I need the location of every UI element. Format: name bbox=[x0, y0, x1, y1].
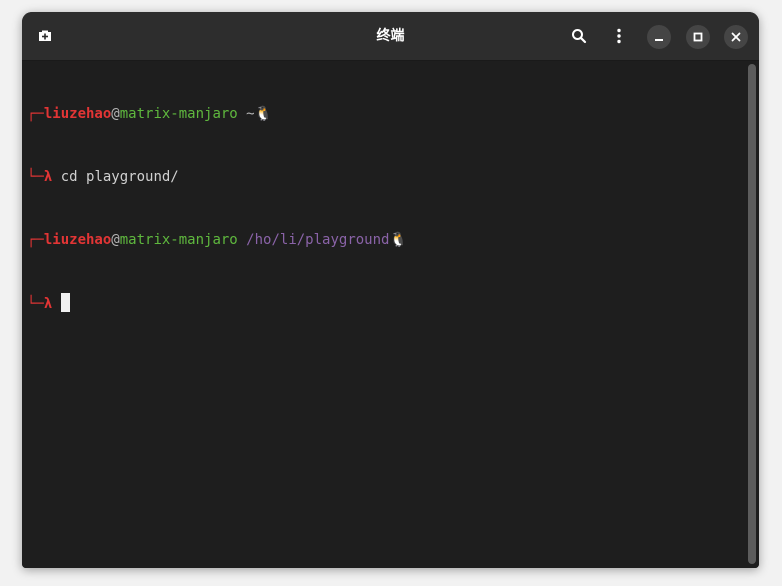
kebab-menu-icon bbox=[617, 28, 621, 44]
terminal-output: ┌─liuzehao@matrix-manjaro ~🐧 └─λ cd play… bbox=[27, 62, 407, 356]
command-text: cd playground/ bbox=[52, 169, 179, 185]
prompt-header-line: ┌─liuzehao@matrix-manjaro /ho/li/playgro… bbox=[27, 230, 407, 251]
minimize-button[interactable] bbox=[647, 25, 671, 49]
terminal-window: 终端 ┌─liuzehao@matrix-manjaro ~🐧 └─λ cd p… bbox=[22, 12, 759, 568]
maximize-button[interactable] bbox=[686, 25, 710, 49]
prompt-path: ~ bbox=[237, 106, 255, 122]
scrollbar[interactable] bbox=[748, 64, 756, 564]
new-tab-button[interactable] bbox=[31, 22, 59, 50]
text-cursor bbox=[60, 293, 70, 312]
input-line[interactable]: └─λ bbox=[27, 293, 407, 314]
close-icon bbox=[731, 32, 741, 42]
search-icon bbox=[572, 29, 587, 44]
prompt-host: matrix-manjaro bbox=[119, 232, 238, 248]
prompt-corner: └─ bbox=[27, 296, 44, 312]
prompt-at: @ bbox=[111, 106, 120, 122]
prompt-at: @ bbox=[111, 232, 120, 248]
prompt-host: matrix-manjaro bbox=[119, 106, 238, 122]
headerbar: 终端 bbox=[22, 12, 759, 61]
prompt-user: liuzehao bbox=[43, 106, 112, 122]
prompt-user: liuzehao bbox=[43, 232, 112, 248]
penguin-icon: 🐧 bbox=[254, 106, 273, 122]
prompt-corner: ┌─ bbox=[27, 106, 44, 122]
menu-button[interactable] bbox=[605, 22, 633, 50]
minimize-icon bbox=[655, 39, 663, 41]
penguin-icon: 🐧 bbox=[389, 232, 407, 248]
prompt-corner: └─ bbox=[27, 169, 44, 185]
maximize-icon bbox=[693, 32, 703, 42]
new-tab-icon bbox=[39, 30, 51, 41]
search-button[interactable] bbox=[565, 22, 593, 50]
prompt-header-line: ┌─liuzehao@matrix-manjaro ~🐧 bbox=[27, 104, 407, 125]
command-line: └─λ cd playground/ bbox=[27, 167, 407, 188]
close-button[interactable] bbox=[724, 25, 748, 49]
prompt-path: /ho/li/playground bbox=[237, 232, 390, 248]
prompt-corner: ┌─ bbox=[27, 232, 44, 248]
terminal-view[interactable]: ┌─liuzehao@matrix-manjaro ~🐧 └─λ cd play… bbox=[22, 61, 759, 568]
command-text bbox=[52, 296, 60, 312]
